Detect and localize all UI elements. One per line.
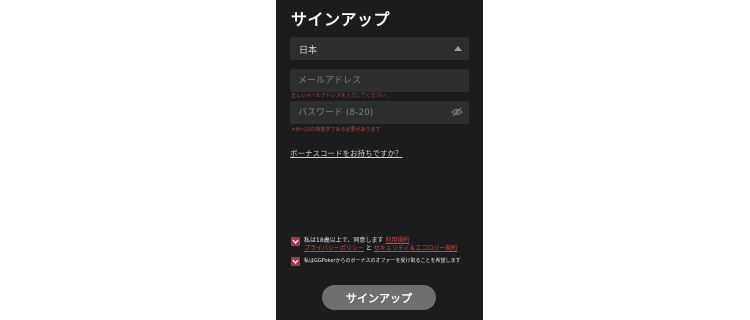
page-title: サインアップ <box>291 10 391 29</box>
privacy-policy-link[interactable]: プライバシーポリシー <box>304 245 364 252</box>
check-icon <box>292 239 299 244</box>
terms-of-use-link[interactable]: 利用規約 <box>385 237 409 244</box>
and-text: と <box>365 245 372 252</box>
security-ecology-link[interactable]: セキュリティ＆エコロジー契約 <box>374 245 458 252</box>
terms-consent-text: 私は18歳以上で、同意します 利用規約 プライバシーポリシー と セキュリティ＆… <box>304 237 457 253</box>
bonus-code-link[interactable]: ボーナスコードをお持ちですか？ <box>290 148 403 159</box>
country-select-value: 日本 <box>299 46 318 56</box>
password-field-wrapper <box>290 101 469 124</box>
terms-consent-lead: 私は18歳以上で、同意します <box>304 237 384 244</box>
country-select[interactable]: 日本 <box>290 37 469 60</box>
email-field-wrapper <box>290 69 469 92</box>
eye-hidden-icon[interactable] <box>451 107 463 117</box>
bonus-offer-consent-text: 私はGGPokerからのボーナスのオファーを受け取ることを希望します <box>304 258 461 264</box>
email-error-text: 正しいメールアドレスを入力してください。 <box>291 93 391 99</box>
check-icon <box>292 259 299 264</box>
terms-checkbox[interactable] <box>291 237 300 246</box>
signup-button[interactable]: サインアップ <box>322 285 436 310</box>
password-error-text: ＊8～20の英数字である必要があります <box>291 127 381 133</box>
email-field[interactable] <box>290 69 469 92</box>
password-field[interactable] <box>290 101 469 124</box>
signup-panel: サインアップ 日本 正しいメールアドレスを入力してください。 ＊8～20の英数字… <box>276 0 483 320</box>
caret-up-icon <box>454 46 462 51</box>
bonus-offer-checkbox[interactable] <box>291 257 300 266</box>
